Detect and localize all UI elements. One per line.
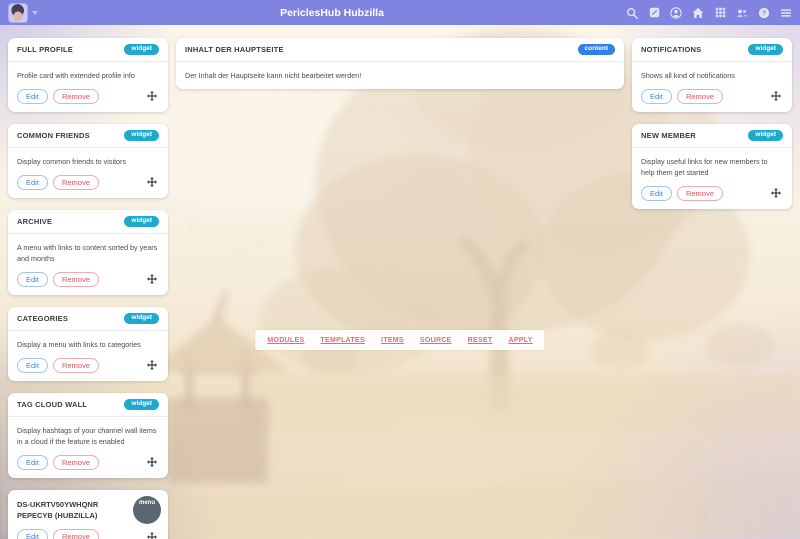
card-header: COMMON FRIENDS widget (8, 124, 168, 148)
move-handle-icon[interactable] (147, 360, 159, 370)
edit-button[interactable]: Edit (17, 529, 48, 539)
channel-avatar[interactable] (8, 3, 28, 23)
widget-badge: widget (124, 216, 159, 227)
widget-badge: widget (748, 44, 783, 55)
layout-editor-menu: MODULES TEMPLATES ITEMS SOURCE RESET APP… (255, 330, 544, 350)
page: PericlesHub Hubzilla ? (0, 0, 800, 539)
move-handle-icon[interactable] (147, 274, 159, 284)
card-description: Display a menu with links to categories (17, 339, 159, 350)
card-header: INHALT DER HAUPTSEITE content (176, 38, 624, 62)
edit-button[interactable]: Edit (17, 272, 48, 288)
remove-button[interactable]: Remove (53, 272, 99, 288)
card-header: ARCHIVE widget (8, 210, 168, 234)
widget-card-categories: CATEGORIES widget Display a menu with li… (8, 307, 168, 381)
move-handle-icon[interactable] (771, 188, 783, 198)
layout-menu-reset[interactable]: RESET (468, 337, 493, 344)
center-column: INHALT DER HAUPTSEITE content Der Inhalt… (176, 38, 624, 89)
right-widget-column: NOTIFICATIONS widget Shows all kind of n… (632, 38, 792, 209)
remove-button[interactable]: Remove (53, 89, 99, 105)
widget-card-full-profile: FULL PROFILE widget Profile card with ex… (8, 38, 168, 112)
widget-badge: widget (124, 313, 159, 324)
apps-grid-icon[interactable] (714, 7, 726, 19)
menu-badge: menu (133, 496, 161, 524)
widget-badge: widget (748, 130, 783, 141)
site-title: PericlesHub Hubzilla (38, 7, 626, 19)
svg-text:?: ? (762, 8, 767, 17)
widget-card-new-member: NEW MEMBER widget Display useful links f… (632, 124, 792, 209)
move-handle-icon[interactable] (147, 91, 159, 101)
edit-post-icon[interactable] (648, 7, 660, 19)
edit-button[interactable]: Edit (17, 358, 48, 374)
remove-button[interactable]: Remove (677, 186, 723, 202)
content-badge: content (578, 44, 615, 55)
content-body-text: Der Inhalt der Hauptseite kann nicht bea… (185, 70, 615, 81)
remove-button[interactable]: Remove (53, 358, 99, 374)
remove-button[interactable]: Remove (53, 529, 99, 539)
move-handle-icon[interactable] (771, 91, 783, 101)
widget-card-common-friends: COMMON FRIENDS widget Display common fri… (8, 124, 168, 198)
move-handle-icon[interactable] (147, 457, 159, 467)
card-description: Display useful links for new members to … (641, 156, 783, 178)
layout-menu-source[interactable]: SOURCE (420, 337, 452, 344)
remove-button[interactable]: Remove (53, 175, 99, 191)
search-icon[interactable] (626, 7, 638, 19)
layout-menu-items[interactable]: ITEMS (381, 337, 404, 344)
card-title: INHALT DER HAUPTSEITE (185, 45, 284, 54)
card-description: A menu with links to content sorted by y… (17, 242, 159, 264)
layout-menu-modules[interactable]: MODULES (267, 337, 304, 344)
account-icon[interactable] (670, 7, 682, 19)
widget-badge: widget (124, 399, 159, 410)
card-description: Display common friends to visitors (17, 156, 159, 167)
edit-button[interactable]: Edit (17, 175, 48, 191)
edit-button[interactable]: Edit (641, 89, 672, 105)
menu-card-pepecyb: DS-UKRTV50YWHQNR PEPECYB (HUBZILLA) menu… (8, 490, 168, 539)
edit-button[interactable]: Edit (17, 89, 48, 105)
edit-button[interactable]: Edit (641, 186, 672, 202)
card-title: FULL PROFILE (17, 45, 73, 54)
card-description: Profile card with extended profile info (17, 70, 159, 81)
card-title: CATEGORIES (17, 314, 68, 323)
content-card-main: INHALT DER HAUPTSEITE content Der Inhalt… (176, 38, 624, 89)
widget-card-notifications: NOTIFICATIONS widget Shows all kind of n… (632, 38, 792, 112)
card-header: NEW MEMBER widget (632, 124, 792, 148)
widget-card-archive: ARCHIVE widget A menu with links to cont… (8, 210, 168, 295)
card-title: ARCHIVE (17, 217, 52, 226)
menu-bars-icon[interactable] (780, 7, 792, 19)
widget-card-tag-cloud-wall: TAG CLOUD WALL widget Display hashtags o… (8, 393, 168, 478)
card-title: TAG CLOUD WALL (17, 400, 87, 409)
card-header: CATEGORIES widget (8, 307, 168, 331)
layout-menu-templates[interactable]: TEMPLATES (320, 337, 365, 344)
card-description: Shows all kind of notifications (641, 70, 783, 81)
widget-badge: widget (124, 130, 159, 141)
edit-button[interactable]: Edit (17, 455, 48, 471)
home-icon[interactable] (692, 7, 704, 19)
layout-menu-apply[interactable]: APPLY (508, 337, 532, 344)
top-navbar: PericlesHub Hubzilla ? (0, 0, 800, 25)
remove-button[interactable]: Remove (677, 89, 723, 105)
card-description: Display hashtags of your channel wall it… (17, 425, 159, 447)
card-header: TAG CLOUD WALL widget (8, 393, 168, 417)
card-header: FULL PROFILE widget (8, 38, 168, 62)
left-widget-column: FULL PROFILE widget Profile card with ex… (8, 38, 168, 539)
navbar-icons: ? (626, 7, 792, 19)
remove-button[interactable]: Remove (53, 455, 99, 471)
move-handle-icon[interactable] (147, 177, 159, 187)
connections-icon[interactable] (736, 7, 748, 19)
card-title: NEW MEMBER (641, 131, 696, 140)
move-handle-icon[interactable] (147, 532, 159, 539)
card-header: NOTIFICATIONS widget (632, 38, 792, 62)
card-title: COMMON FRIENDS (17, 131, 90, 140)
widget-badge: widget (124, 44, 159, 55)
card-title: NOTIFICATIONS (641, 45, 701, 54)
help-icon[interactable]: ? (758, 7, 770, 19)
